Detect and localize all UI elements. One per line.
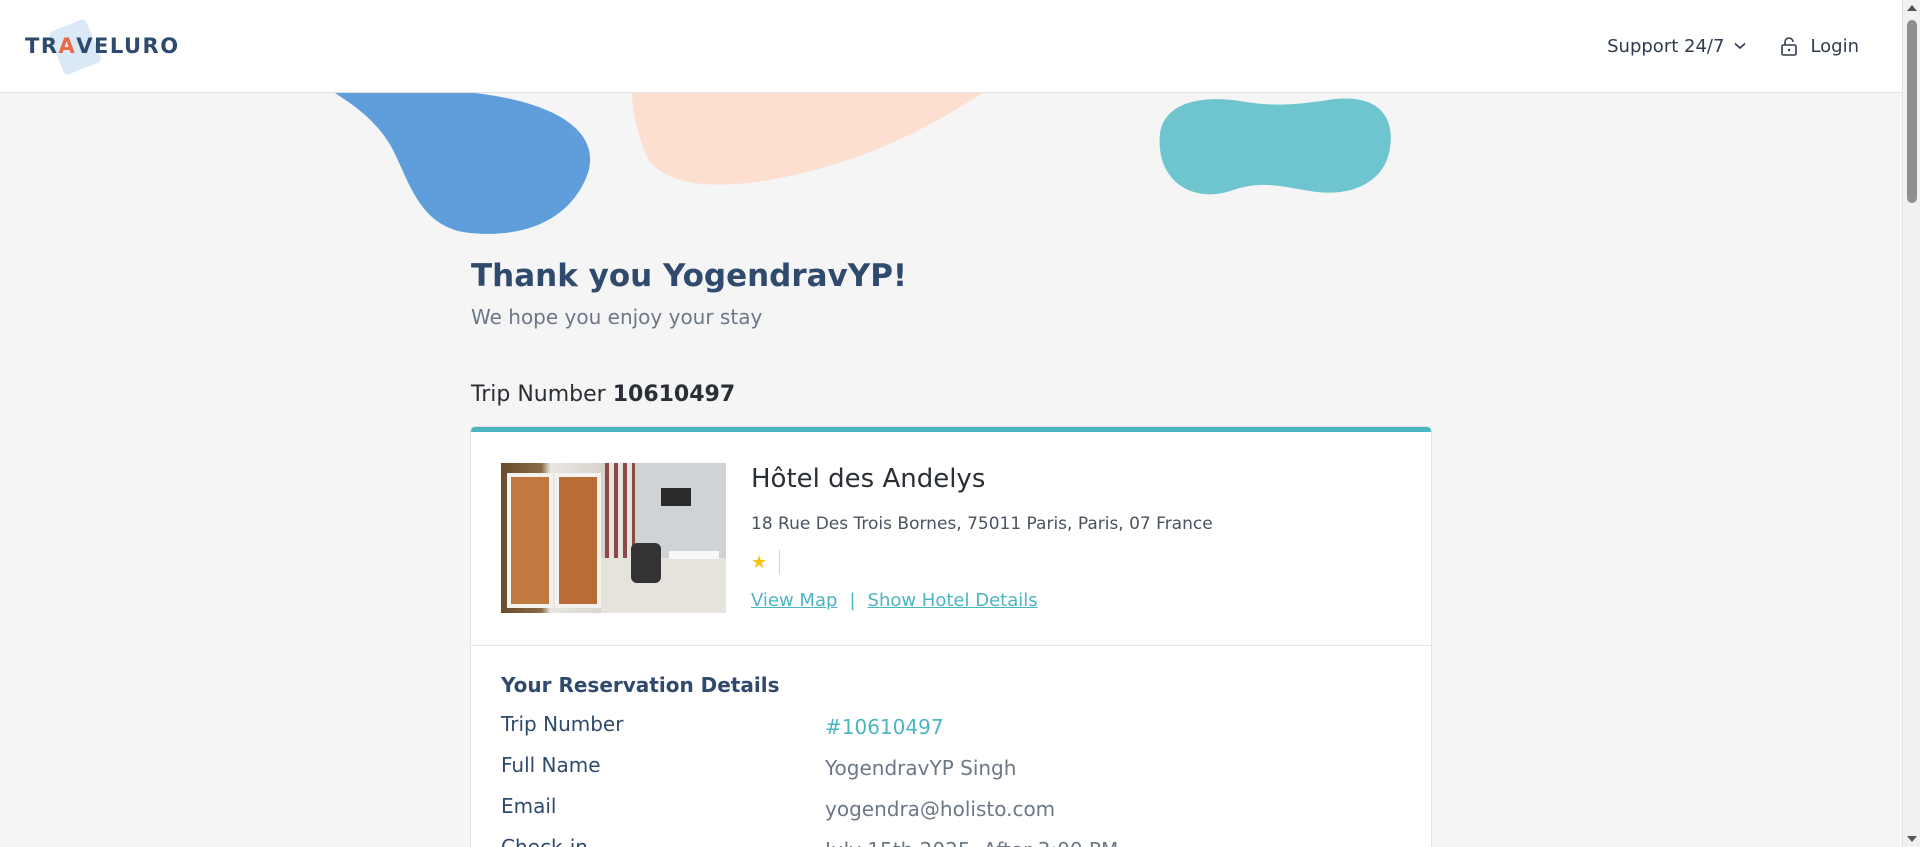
page-subtitle: We hope you enjoy your stay (471, 305, 763, 329)
login-button[interactable]: Login (1780, 36, 1859, 57)
reservation-row-check-in: Check-in July 15th 2025, After 3:00 PM (501, 835, 1401, 847)
scroll-up-arrow-icon[interactable] (1907, 5, 1917, 11)
traveluro-logo[interactable]: TR A VELURO (25, 18, 180, 76)
blob-teal (1159, 98, 1391, 195)
trip-number-heading: Trip Number 10610497 (471, 382, 735, 407)
header-nav: Support 24/7 Login (1607, 36, 1859, 57)
logo-text-accent: A (58, 34, 77, 58)
hotel-star-rating: ★ (751, 550, 1213, 574)
chevron-down-icon (1734, 42, 1746, 50)
reservation-details-title: Your Reservation Details (501, 673, 780, 697)
reservation-value: YogendravYP Singh (825, 756, 1017, 780)
link-separator: | (849, 590, 856, 611)
scrollbar-thumb[interactable] (1907, 20, 1917, 203)
logo-text-post: VELURO (76, 34, 180, 58)
hotel-info: Hôtel des Andelys 18 Rue Des Trois Borne… (751, 463, 1213, 613)
star-icon: ★ (751, 551, 768, 573)
reservation-value: July 15th 2025, After 3:00 PM (825, 838, 1118, 847)
trip-number-label: Trip Number (471, 382, 606, 407)
page-scrollbar[interactable] (1902, 0, 1920, 847)
card-divider (471, 645, 1431, 646)
lock-icon (1780, 36, 1798, 56)
support-dropdown[interactable]: Support 24/7 (1607, 36, 1746, 57)
reservation-label: Check-in (501, 835, 588, 847)
reservation-trip-number-link[interactable]: #10610497 (825, 715, 944, 739)
login-label: Login (1810, 35, 1859, 57)
support-label: Support 24/7 (1607, 35, 1725, 57)
hotel-address: 18 Rue Des Trois Bornes, 75011 Paris, Pa… (751, 514, 1213, 534)
reservation-label: Full Name (501, 753, 601, 777)
reservation-label: Trip Number (501, 712, 624, 736)
view-map-link[interactable]: View Map (751, 590, 837, 611)
show-hotel-details-link[interactable]: Show Hotel Details (868, 590, 1038, 611)
booking-card: Hôtel des Andelys 18 Rue Des Trois Borne… (471, 427, 1431, 847)
blob-blue (335, 93, 591, 234)
reservation-row-email: Email yogendra@holisto.com (501, 794, 1401, 824)
reservation-label: Email (501, 794, 557, 818)
logo-text-pre: TR (25, 34, 59, 58)
hotel-summary: Hôtel des Andelys 18 Rue Des Trois Borne… (501, 463, 1213, 613)
decorative-blobs (0, 93, 1902, 253)
hotel-links: View Map | Show Hotel Details (751, 590, 1213, 611)
hotel-name: Hôtel des Andelys (751, 464, 986, 494)
blob-peach (632, 93, 982, 185)
site-header: TR A VELURO Support 24/7 Login (0, 0, 1902, 93)
reservation-row-trip-number: Trip Number #10610497 (501, 712, 1401, 742)
reservation-value: yogendra@holisto.com (825, 797, 1056, 821)
trip-number-value: 10610497 (612, 382, 736, 407)
hotel-photo[interactable] (501, 463, 726, 613)
rating-divider (779, 550, 781, 574)
scroll-down-arrow-icon[interactable] (1907, 836, 1917, 842)
reservation-row-full-name: Full Name YogendravYP Singh (501, 753, 1401, 783)
page-title: Thank you YogendravYP! (471, 258, 908, 294)
